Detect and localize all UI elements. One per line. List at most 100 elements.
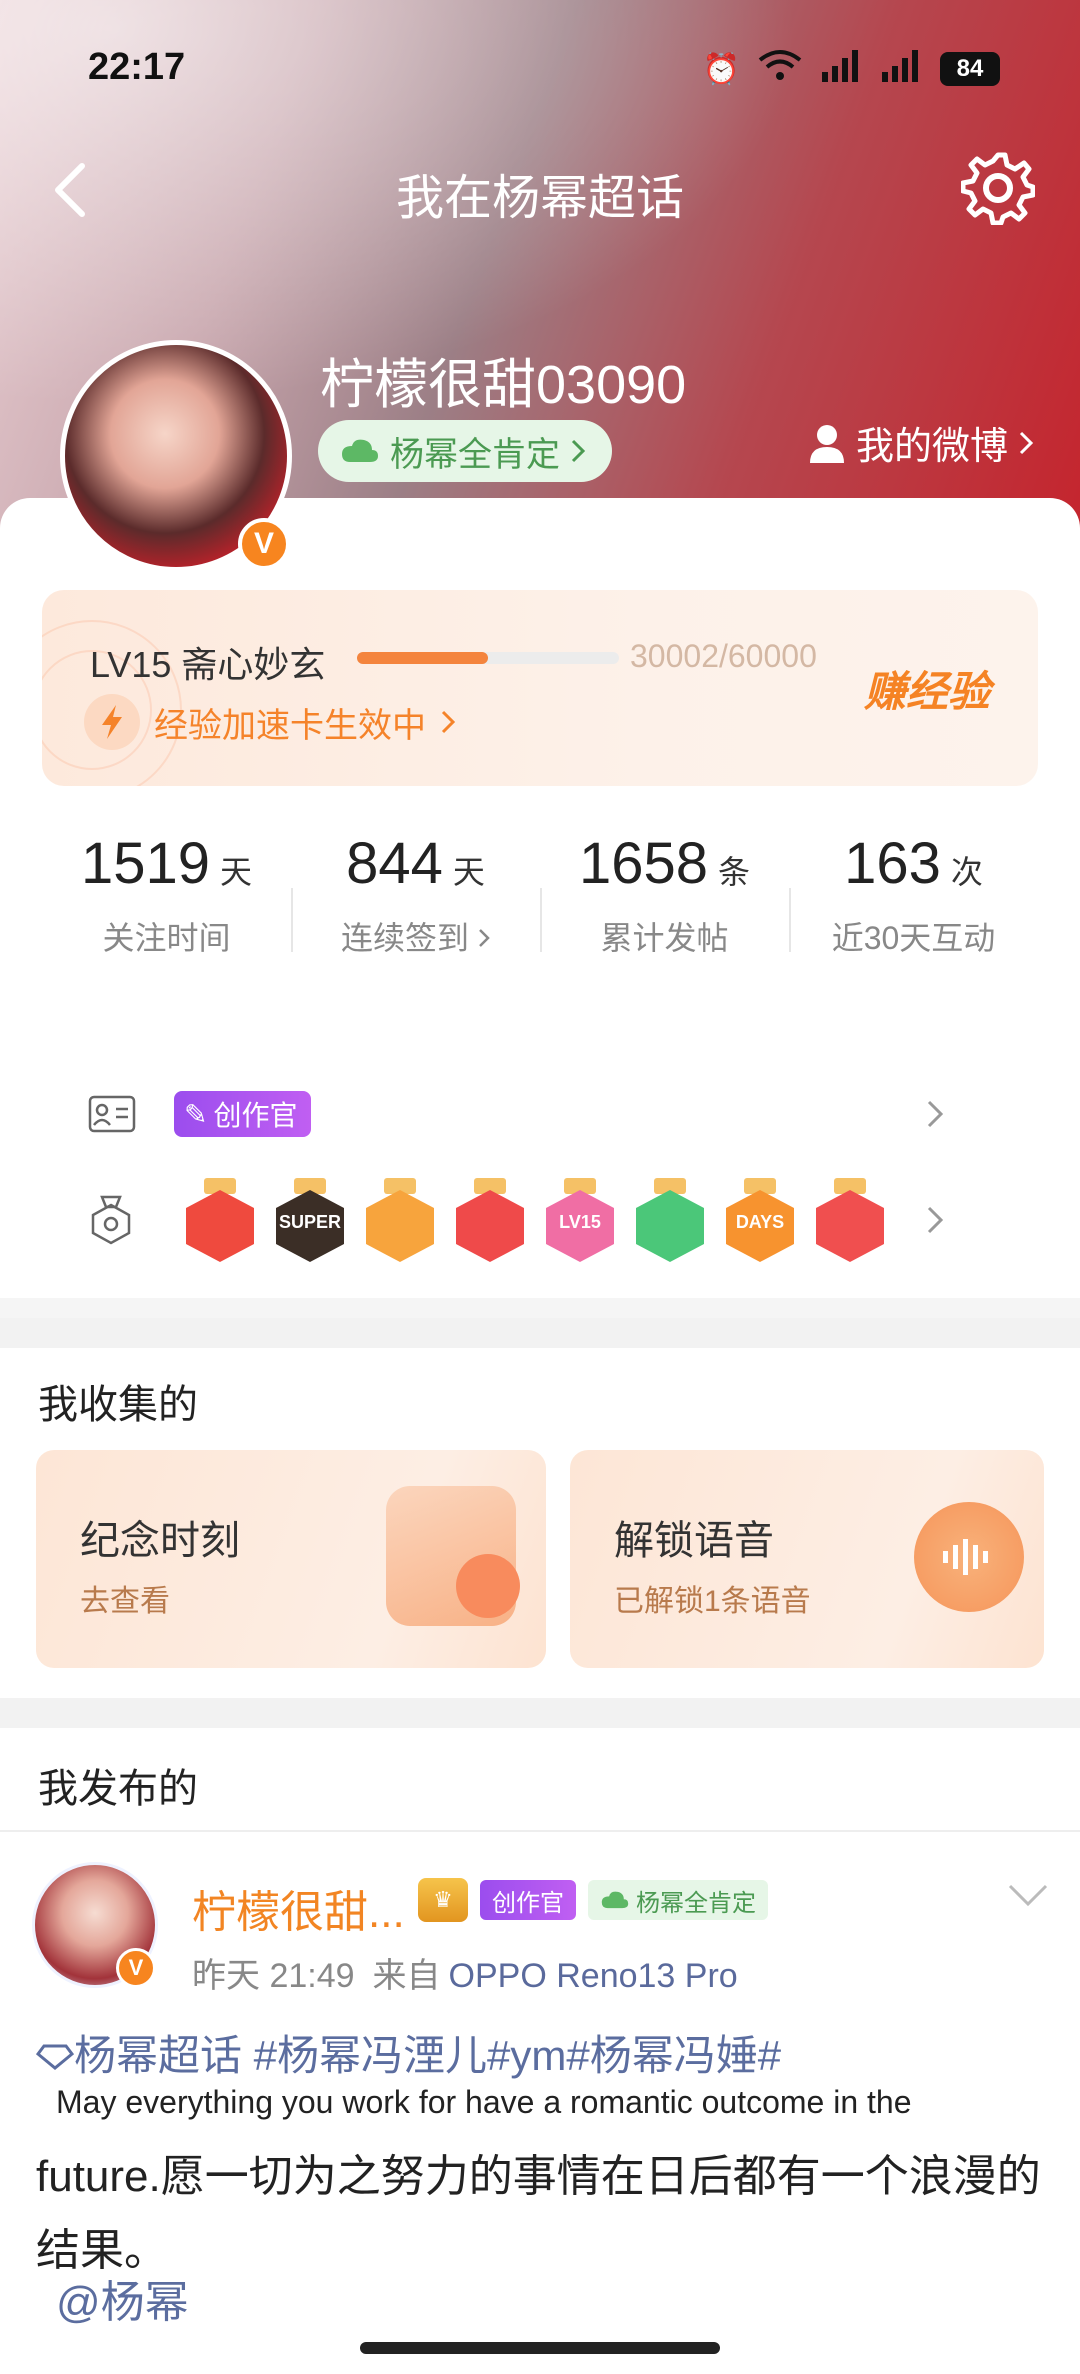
creator-icon: ✎ xyxy=(184,1098,208,1130)
fan-tag: 杨幂全肯定 xyxy=(588,1880,768,1920)
status-icons: ⏰ 84 xyxy=(703,48,1000,90)
lightning-icon xyxy=(84,694,140,750)
post-topics[interactable]: 杨幂超话 #杨幂冯湮儿#ym#杨幂冯娷# xyxy=(35,2022,782,2083)
medal-shape xyxy=(456,1190,524,1262)
alarm-icon: ⏰ xyxy=(702,52,740,86)
memorial-moments-card[interactable]: 纪念时刻 去查看 xyxy=(36,1450,546,1668)
chevron-right-icon xyxy=(927,1100,944,1128)
badges-card: ✎ 创作官 SUPER LV15 DAYS xyxy=(42,1040,1038,1290)
cloud-icon xyxy=(601,1891,629,1909)
medal-text: SUPER xyxy=(278,1212,341,1232)
my-weibo-label: 我的微博 xyxy=(855,426,1008,468)
level-progress-text: 30002/60000 xyxy=(630,638,817,674)
stat-checkin-days[interactable]: 844 天 连续签到 xyxy=(291,830,540,990)
home-indicator[interactable] xyxy=(360,2342,720,2354)
exp-boost-link[interactable]: 经验加速卡生效中 xyxy=(84,694,456,750)
stat-value: 1658 xyxy=(578,831,708,896)
stat-follow-days: 1519 天 关注时间 xyxy=(42,830,291,990)
signal-icon xyxy=(820,48,862,90)
crown-medal-icon xyxy=(366,1178,434,1262)
level-progress-bar xyxy=(357,652,619,664)
stat-label-text: 连续签到 xyxy=(341,920,470,956)
battery-indicator: 84 xyxy=(940,52,1000,86)
wifi-icon xyxy=(758,48,802,90)
medal-shape xyxy=(636,1190,704,1262)
post-device: OPPO Reno13 Pro xyxy=(448,1957,738,1995)
post-meta: 昨天 21:49 来自 OPPO Reno13 Pro xyxy=(192,1948,738,1997)
medal-text: LV15 xyxy=(559,1212,601,1232)
stat-label: 累计发帖 xyxy=(600,920,729,956)
divider xyxy=(0,1830,1080,1832)
medal-shape xyxy=(816,1190,884,1262)
post-mention[interactable]: @杨幂 xyxy=(56,2266,189,2330)
stat-unit: 次 xyxy=(950,854,983,890)
heart-icon xyxy=(456,1554,520,1618)
level-title: LV15 斋心妙玄 xyxy=(90,644,326,685)
card-subtitle: 去查看 xyxy=(80,1585,170,1618)
stat-value: 1519 xyxy=(80,831,210,896)
id-card-icon xyxy=(88,1095,136,1133)
signal-icon-2 xyxy=(880,48,922,90)
creator-label: 创作官 xyxy=(213,1100,298,1131)
chevron-right-icon xyxy=(571,439,586,463)
username: 柠檬很甜03090 xyxy=(320,355,687,415)
creator-tag: 创作官 xyxy=(480,1880,576,1920)
section-divider xyxy=(0,1318,1080,1348)
post-more-button[interactable] xyxy=(1006,1882,1050,1913)
diamond-icon xyxy=(35,2044,75,2070)
medals-row[interactable]: SUPER LV15 DAYS xyxy=(88,1170,988,1270)
stat-label: 关注时间 xyxy=(102,920,231,956)
settings-button[interactable] xyxy=(956,146,1040,230)
stat-value: 163 xyxy=(844,831,941,896)
section-divider xyxy=(0,1698,1080,1728)
stats-row: 1519 天 关注时间 844 天 连续签到 1658 条 累计发帖 163 次 近30… xyxy=(42,830,1038,990)
verified-badge-icon: V xyxy=(238,518,290,570)
page-title: 我在杨幂超话 xyxy=(395,172,684,225)
post-source-prefix: 来自 xyxy=(372,1957,441,1995)
card-title: 解锁语音 xyxy=(614,1519,774,1563)
chevron-down-icon xyxy=(1008,1884,1048,1907)
medals-list: SUPER LV15 DAYS xyxy=(186,1178,906,1262)
identity-row[interactable]: ✎ 创作官 xyxy=(88,1084,988,1144)
stat-value: 844 xyxy=(346,831,443,896)
lv15-medal-icon: LV15 xyxy=(546,1178,614,1262)
character-medal-icon xyxy=(456,1178,524,1262)
voice-wave-icon xyxy=(914,1502,1024,1612)
fan-tag-button[interactable]: 杨幂全肯定 xyxy=(318,420,612,482)
hand-medal-icon xyxy=(636,1178,704,1262)
post-author-name[interactable]: 柠檬很甜... xyxy=(192,1876,405,1940)
post-author-tags: ♛ 创作官 杨幂全肯定 xyxy=(418,1878,768,1922)
medal-shape xyxy=(186,1190,254,1262)
medal-shape xyxy=(366,1190,434,1262)
status-time: 22:17 xyxy=(88,46,186,88)
chevron-right-icon xyxy=(1019,431,1034,454)
nav-bar: 我在杨幂超话 xyxy=(0,130,1080,250)
fan-tag-label: 杨幂全肯定 xyxy=(636,1889,756,1917)
unlock-voice-card[interactable]: 解锁语音 已解锁1条语音 xyxy=(570,1450,1044,1668)
fan-tag-label: 杨幂全肯定 xyxy=(390,435,560,474)
cloud-icon xyxy=(342,439,378,462)
published-title: 我发布的 xyxy=(38,1767,198,1811)
verified-badge-icon: V xyxy=(116,1948,156,1988)
crown-icon: ♛ xyxy=(418,1878,468,1922)
chevron-right-icon xyxy=(479,929,490,947)
post-time: 昨天 21:49 xyxy=(192,1957,355,1995)
my-weibo-link[interactable]: 我的微博 xyxy=(808,415,1034,470)
trophy-medal-icon xyxy=(816,1178,884,1262)
stat-unit: 条 xyxy=(718,854,751,890)
level-progress-fill xyxy=(357,652,488,664)
card-title: 纪念时刻 xyxy=(80,1519,240,1563)
stat-interactions: 163 次 近30天互动 xyxy=(789,830,1038,990)
earn-exp-button[interactable]: 赚经验 xyxy=(864,658,990,719)
100-days-medal-icon: DAYS xyxy=(726,1178,794,1262)
card-subtitle: 已解锁1条语音 xyxy=(614,1585,811,1618)
super-crown-medal-icon: SUPER xyxy=(276,1178,344,1262)
exp-boost-label: 经验加速卡生效中 xyxy=(154,706,426,745)
cartoon-medal-icon xyxy=(186,1178,254,1262)
creator-badge: ✎ 创作官 xyxy=(174,1091,312,1137)
avatar-container[interactable]: V xyxy=(60,340,292,572)
chevron-right-icon xyxy=(441,710,456,734)
status-bar: 22:17 ⏰ 84 xyxy=(0,0,1080,130)
level-card[interactable]: LV15 斋心妙玄 30002/60000 赚经验 经验加速卡生效中 xyxy=(42,590,1038,786)
post-topics-text: 杨幂超话 #杨幂冯湮儿#ym#杨幂冯娷# xyxy=(74,2032,782,2079)
